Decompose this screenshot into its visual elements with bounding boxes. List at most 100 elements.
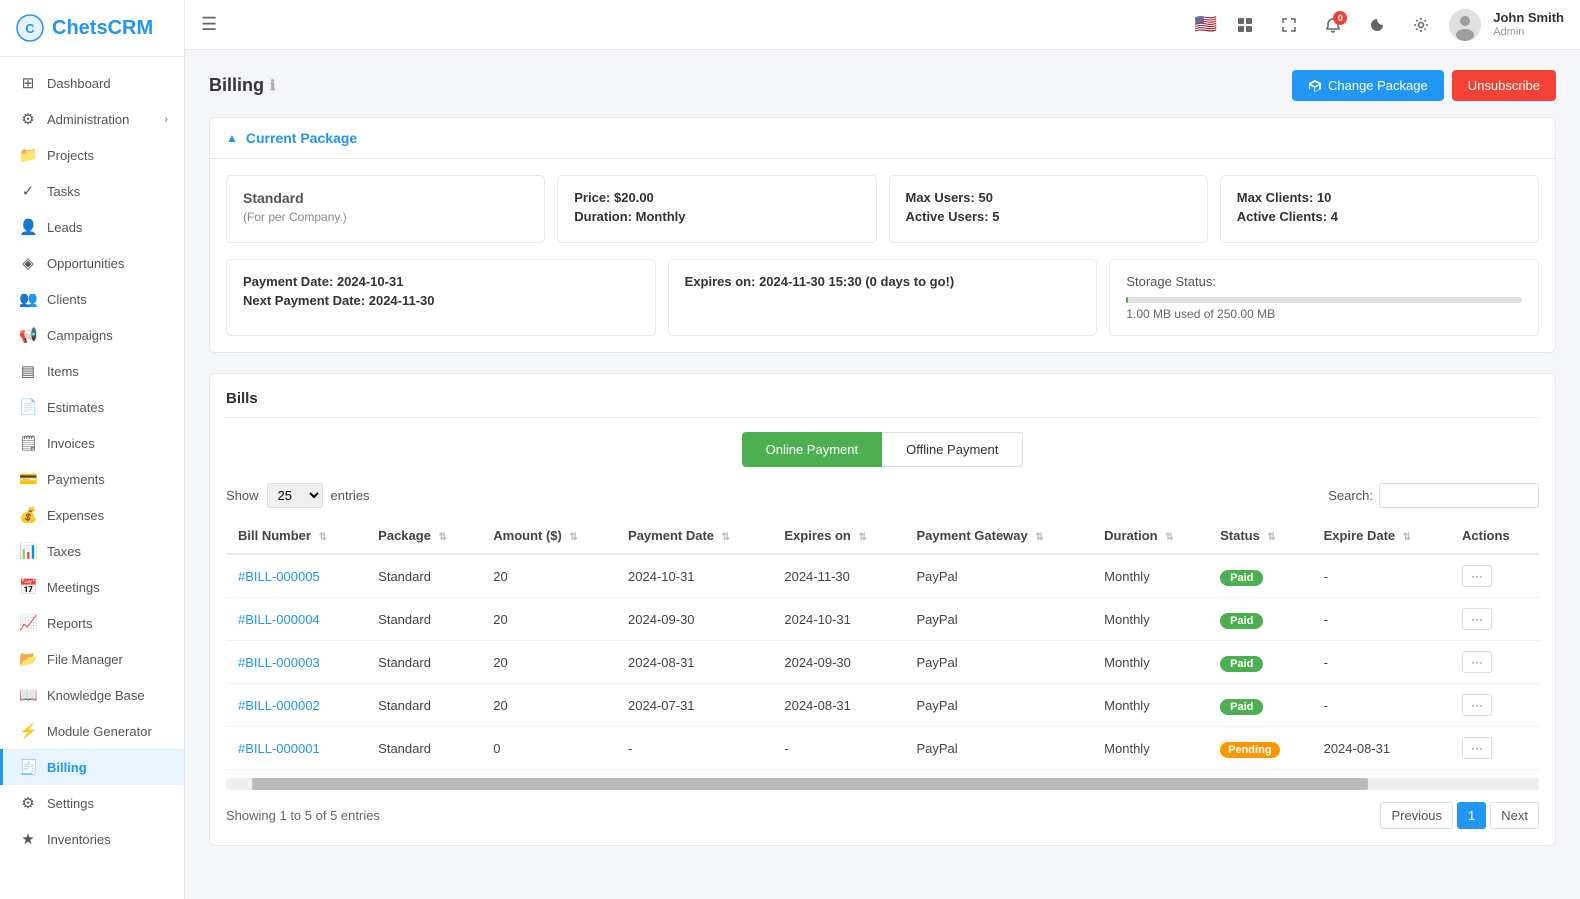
offline-payment-button[interactable]: Offline Payment — [882, 432, 1023, 467]
action-button-1[interactable]: ··· — [1462, 608, 1492, 630]
package-name-item: Standard (For per Company.) — [226, 175, 545, 243]
duration-cell: Monthly — [1092, 684, 1208, 727]
sidebar-item-dashboard[interactable]: ⊞Dashboard — [0, 65, 184, 101]
online-payment-button[interactable]: Online Payment — [742, 432, 883, 467]
col-expires-on[interactable]: Expires on ⇅ — [772, 518, 904, 554]
next-button[interactable]: Next — [1490, 802, 1539, 829]
entries-select[interactable]: 25 10 50 100 — [267, 483, 323, 508]
users-item: Max Users: 50 Active Users: 5 — [889, 175, 1208, 243]
estimates-icon: 📄 — [19, 398, 37, 416]
active-clients-line: Active Clients: 4 — [1237, 209, 1522, 224]
action-button-2[interactable]: ··· — [1462, 651, 1492, 673]
sidebar-item-estimates[interactable]: 📄Estimates — [0, 389, 184, 425]
table-row: #BILL-000002 Standard 20 2024-07-31 2024… — [226, 684, 1539, 727]
bills-tbody: #BILL-000005 Standard 20 2024-10-31 2024… — [226, 554, 1539, 770]
sidebar-item-clients[interactable]: 👥Clients — [0, 281, 184, 317]
bill-link-4[interactable]: #BILL-000001 — [238, 741, 320, 756]
change-package-button[interactable]: Change Package — [1292, 70, 1444, 101]
bill-link-0[interactable]: #BILL-000005 — [238, 569, 320, 584]
search-input[interactable] — [1379, 483, 1539, 508]
sidebar-item-campaigns[interactable]: 📢Campaigns — [0, 317, 184, 353]
expenses-icon: 💰 — [19, 506, 37, 524]
settings-icon: ⚙ — [19, 794, 37, 812]
hamburger-icon[interactable]: ☰ — [201, 14, 217, 35]
scrollbar-thumb[interactable] — [252, 778, 1368, 790]
sidebar-item-billing[interactable]: 🧾Billing — [0, 749, 184, 785]
unsubscribe-button[interactable]: Unsubscribe — [1452, 70, 1556, 101]
sidebar-item-leads[interactable]: 👤Leads — [0, 209, 184, 245]
sidebar-label-knowledge-base: Knowledge Base — [47, 688, 145, 703]
invoices-icon: 🗒 — [19, 434, 37, 452]
sidebar-item-items[interactable]: ▤Items — [0, 353, 184, 389]
action-button-0[interactable]: ··· — [1462, 565, 1492, 587]
storage-used: 1.00 MB used of 250.00 MB — [1126, 307, 1522, 321]
col-gateway[interactable]: Payment Gateway ⇅ — [904, 518, 1092, 554]
notification-icon[interactable]: 0 — [1317, 9, 1349, 41]
bill-number-cell: #BILL-000002 — [226, 684, 366, 727]
payment-date-cell: 2024-09-30 — [616, 598, 772, 641]
storage-bar-bg — [1126, 297, 1522, 303]
sidebar-item-taxes[interactable]: 📊Taxes — [0, 533, 184, 569]
status-cell: Paid — [1208, 641, 1311, 684]
sidebar-label-clients: Clients — [47, 292, 87, 307]
show-entries: Show 25 10 50 100 entries — [226, 483, 370, 508]
sidebar-label-invoices: Invoices — [47, 436, 95, 451]
items-icon: ▤ — [19, 362, 37, 380]
language-flag[interactable]: 🇺🇸 — [1195, 14, 1217, 35]
sidebar-item-projects[interactable]: 📁Projects — [0, 137, 184, 173]
sidebar-label-administration: Administration — [47, 112, 129, 127]
table-controls: Show 25 10 50 100 entries Search: — [226, 483, 1539, 508]
active-users-line: Active Users: 5 — [906, 209, 1191, 224]
sidebar-item-file-manager[interactable]: 📂File Manager — [0, 641, 184, 677]
col-package[interactable]: Package ⇅ — [366, 518, 481, 554]
horizontal-scrollbar[interactable] — [226, 778, 1539, 790]
bill-link-1[interactable]: #BILL-000004 — [238, 612, 320, 627]
sidebar-item-meetings[interactable]: 📅Meetings — [0, 569, 184, 605]
knowledge-base-icon: 📖 — [19, 686, 37, 704]
sidebar-item-reports[interactable]: 📈Reports — [0, 605, 184, 641]
expand-icon[interactable] — [1273, 9, 1305, 41]
sidebar-item-knowledge-base[interactable]: 📖 Knowledge Base — [0, 677, 184, 713]
payment-dates-item: Payment Date: 2024-10-31 Next Payment Da… — [226, 259, 656, 336]
table-row: #BILL-000003 Standard 20 2024-08-31 2024… — [226, 641, 1539, 684]
col-expire-date[interactable]: Expire Date ⇅ — [1312, 518, 1450, 554]
sidebar-item-invoices[interactable]: 🗒 Invoices — [0, 425, 184, 461]
current-package-card: ▲ Current Package Standard (For per Comp… — [209, 117, 1556, 353]
table-header: Bill Number ⇅ Package ⇅ Amount ($) ⇅ Pay… — [226, 518, 1539, 554]
sidebar-item-inventories[interactable]: ★Inventories — [0, 821, 184, 857]
apps-icon[interactable] — [1229, 9, 1261, 41]
bill-link-3[interactable]: #BILL-000002 — [238, 698, 320, 713]
clients-item: Max Clients: 10 Active Clients: 4 — [1220, 175, 1539, 243]
table-row: #BILL-000005 Standard 20 2024-10-31 2024… — [226, 554, 1539, 598]
expire-date-cell: - — [1312, 641, 1450, 684]
col-status[interactable]: Status ⇅ — [1208, 518, 1311, 554]
actions-cell: ··· — [1450, 727, 1539, 770]
sidebar-label-leads: Leads — [47, 220, 82, 235]
dark-mode-icon[interactable] — [1361, 9, 1393, 41]
col-payment-date[interactable]: Payment Date ⇅ — [616, 518, 772, 554]
actions-cell: ··· — [1450, 554, 1539, 598]
sidebar-item-administration[interactable]: ⚙Administration› — [0, 101, 184, 137]
bill-link-2[interactable]: #BILL-000003 — [238, 655, 320, 670]
sidebar-item-tasks[interactable]: ✓Tasks — [0, 173, 184, 209]
storage-bar-fill — [1126, 297, 1128, 303]
action-button-3[interactable]: ··· — [1462, 694, 1492, 716]
sidebar-item-expenses[interactable]: 💰Expenses — [0, 497, 184, 533]
amount-cell: 20 — [481, 684, 616, 727]
page-1-button[interactable]: 1 — [1457, 802, 1486, 829]
previous-button[interactable]: Previous — [1380, 802, 1453, 829]
col-duration[interactable]: Duration ⇅ — [1092, 518, 1208, 554]
app-name: ChetsCRM — [52, 17, 153, 40]
sidebar-item-module-generator[interactable]: ⚡Module Generator — [0, 713, 184, 749]
sidebar-item-settings[interactable]: ⚙Settings — [0, 785, 184, 821]
sidebar-item-payments[interactable]: 💳Payments — [0, 461, 184, 497]
sidebar-item-opportunities[interactable]: ◈Opportunities — [0, 245, 184, 281]
settings-icon[interactable] — [1405, 9, 1437, 41]
col-bill-number[interactable]: Bill Number ⇅ — [226, 518, 366, 554]
col-amount[interactable]: Amount ($) ⇅ — [481, 518, 616, 554]
dashboard-icon: ⊞ — [19, 74, 37, 92]
action-button-4[interactable]: ··· — [1462, 737, 1492, 759]
campaigns-icon: 📢 — [19, 326, 37, 344]
current-package-header[interactable]: ▲ Current Package — [210, 118, 1555, 159]
package-cell: Standard — [366, 598, 481, 641]
